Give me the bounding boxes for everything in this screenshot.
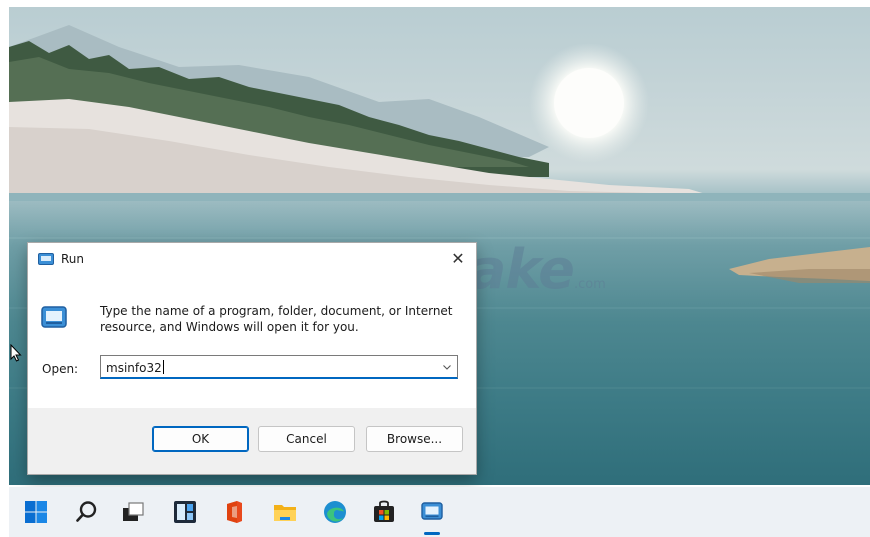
search-button[interactable]: [74, 499, 100, 525]
chevron-down-icon[interactable]: [443, 363, 451, 371]
open-combobox[interactable]: msinfo32: [100, 355, 458, 379]
edge-button[interactable]: [322, 499, 348, 525]
search-icon: [76, 501, 97, 522]
run-taskbar-icon: [421, 502, 443, 520]
office-icon: [227, 501, 242, 523]
widgets-button[interactable]: [172, 499, 198, 525]
run-dialog: Run ✕ Type the name of a program, folder…: [28, 243, 476, 474]
taskbar: [9, 487, 870, 537]
dialog-button-bar: OK Cancel Browse...: [28, 408, 476, 474]
edge-icon: [324, 501, 346, 523]
cancel-button[interactable]: Cancel: [258, 426, 355, 452]
dialog-title: Run: [61, 252, 85, 266]
run-icon: [38, 253, 54, 265]
start-button[interactable]: [23, 499, 49, 525]
run-taskbar-button[interactable]: [419, 499, 445, 525]
dialog-titlebar[interactable]: Run ✕: [28, 243, 476, 277]
dialog-description: Type the name of a program, folder, docu…: [100, 304, 453, 334]
active-app-indicator: [424, 532, 440, 535]
open-input-value: msinfo32: [106, 361, 162, 375]
file-explorer-button[interactable]: [272, 499, 298, 525]
open-input[interactable]: msinfo32: [106, 360, 164, 375]
store-button[interactable]: [371, 499, 397, 525]
task-view-button[interactable]: [120, 499, 146, 525]
task-view-icon: [123, 502, 144, 521]
office-button[interactable]: [221, 499, 247, 525]
run-program-icon: [41, 306, 67, 328]
text-caret: [162, 360, 164, 374]
browse-button[interactable]: Browse...: [366, 426, 463, 452]
mouse-cursor-icon: [10, 343, 22, 366]
close-icon: ✕: [451, 248, 465, 268]
open-label: Open:: [42, 362, 79, 376]
close-button[interactable]: ✕: [440, 243, 476, 273]
widgets-icon: [174, 501, 196, 523]
file-explorer-icon: [274, 505, 296, 521]
store-icon: [374, 500, 394, 522]
start-icon: [25, 501, 47, 523]
ok-button[interactable]: OK: [152, 426, 249, 452]
